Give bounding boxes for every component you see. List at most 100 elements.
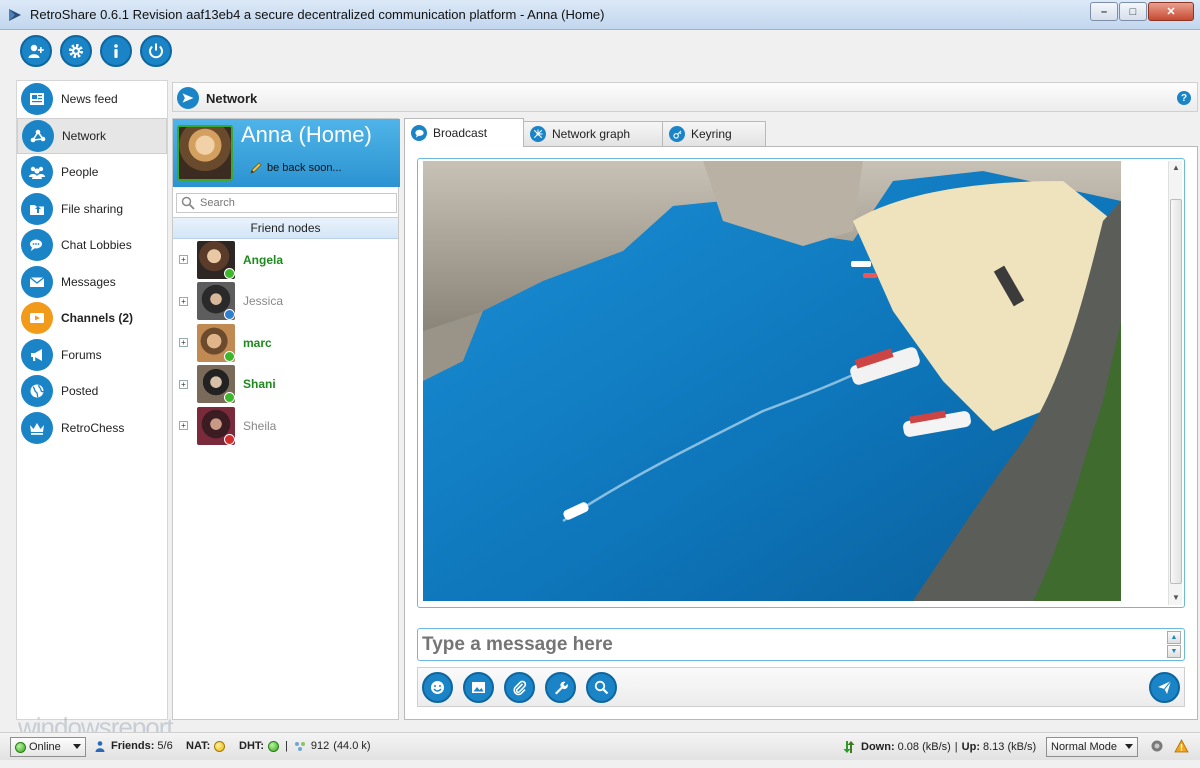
main-toolbar — [10, 30, 1200, 72]
nav-label: People — [61, 165, 99, 180]
separator: | — [954, 741, 958, 753]
peers-icon — [294, 742, 305, 751]
nav-label: Messages — [61, 274, 116, 289]
tab-network-graph[interactable]: Network graph — [523, 121, 663, 146]
nav-label: Network — [62, 128, 107, 143]
megaphone-icon — [31, 348, 42, 361]
spin-up-icon[interactable]: ▲ — [1167, 631, 1181, 644]
gear-icon — [69, 44, 83, 58]
minimize-button[interactable]: – — [1090, 2, 1118, 21]
nat-label: NAT: — [186, 740, 211, 752]
online-status-icon — [224, 350, 235, 362]
send-button[interactable] — [1149, 672, 1180, 703]
spin-down-icon[interactable]: ▼ — [1167, 645, 1181, 658]
nav-item-messages[interactable]: Messages — [17, 264, 167, 301]
insert-image-button[interactable] — [463, 672, 494, 703]
magnifier-icon — [181, 196, 195, 210]
avatar — [197, 240, 235, 279]
help-icon[interactable]: ? — [1177, 91, 1191, 105]
nav-label: Channels (2) — [61, 311, 134, 326]
status-bar: Online Friends: 5/6 NAT: DHT: | 912 (44.… — [0, 732, 1200, 760]
warning-indicator[interactable] — [1174, 739, 1189, 753]
channel-icon — [30, 313, 44, 324]
online-status-dropdown[interactable]: Online — [10, 737, 86, 757]
people-icon — [29, 167, 45, 180]
tab-label: Keyring — [691, 127, 732, 141]
search-input[interactable] — [200, 197, 390, 209]
list-item[interactable]: + Jessica — [173, 281, 398, 323]
tab-label: Network graph — [552, 127, 631, 141]
status-message[interactable]: be back soon... — [249, 161, 342, 175]
broadcast-chat-history[interactable]: ▲ ▼ — [417, 158, 1185, 608]
emoticon-button[interactable] — [422, 672, 453, 703]
online-status-icon — [224, 392, 235, 404]
search-chat-button[interactable] — [586, 672, 617, 703]
close-button[interactable]: ✕ — [1148, 2, 1194, 21]
profile-name: Anna (Home) — [241, 122, 372, 147]
transfer-arrows-icon — [843, 741, 855, 753]
friends-count: Friends: 5/6 — [94, 740, 173, 752]
sound-icon — [1151, 740, 1163, 752]
expand-icon[interactable]: + — [179, 338, 188, 348]
list-item[interactable]: + Sheila — [173, 405, 398, 447]
mode-dropdown[interactable]: Normal Mode — [1046, 737, 1138, 757]
online-status-icon — [224, 267, 235, 279]
maximize-button[interactable]: □ — [1119, 2, 1147, 21]
chat-settings-button[interactable] — [545, 672, 576, 703]
folder-share-icon — [30, 204, 44, 215]
up-value: 8.13 (kB/s) — [982, 741, 1037, 753]
nav-item-forums[interactable]: Forums — [17, 337, 167, 374]
nav-label: RetroChess — [61, 420, 125, 435]
nav-item-posted[interactable]: Posted — [17, 373, 167, 410]
expand-icon[interactable]: + — [179, 296, 188, 306]
friend-nodes-header[interactable]: Friend nodes — [173, 217, 398, 239]
expand-icon[interactable]: + — [179, 379, 188, 389]
scroll-down-icon[interactable]: ▼ — [1171, 593, 1181, 603]
down-value: 0.08 (kB/s) — [897, 741, 951, 753]
nav-item-retrochess[interactable]: RetroChess — [17, 410, 167, 447]
window-title: RetroShare 0.6.1 Revision aaf13eb4 a sec… — [30, 7, 605, 22]
nav-item-people[interactable]: People — [17, 154, 167, 191]
nav-item-channels[interactable]: Channels (2) — [17, 300, 167, 337]
bandwidth-status: Down: 0.08 (kB/s) | Up: 8.13 (kB/s) — [842, 740, 1036, 754]
list-item[interactable]: + marc — [173, 322, 398, 364]
nav-label: Forums — [61, 347, 102, 362]
sound-toggle[interactable] — [1150, 739, 1164, 753]
network-content: Broadcast Network graph Keyring ▲ ▼ Type… — [404, 118, 1198, 720]
tab-broadcast[interactable]: Broadcast — [404, 118, 524, 147]
page-title: Network — [206, 91, 258, 106]
scrollbar-thumb[interactable] — [1170, 199, 1182, 584]
quit-button[interactable] — [140, 35, 172, 67]
attach-file-button[interactable] — [504, 672, 535, 703]
tab-bar: Broadcast Network graph Keyring — [404, 118, 766, 147]
chat-toolbar — [417, 667, 1185, 707]
friend-list: + Angela + Jessica + marc + Shani + Shei… — [173, 239, 398, 447]
message-input[interactable] — [422, 634, 1162, 656]
chat-bubbles-icon — [30, 239, 42, 252]
envelope-icon — [29, 276, 45, 287]
nav-label: Chat Lobbies — [61, 238, 132, 253]
nav-item-news-feed[interactable]: News feed — [17, 81, 167, 118]
chat-scrollbar[interactable]: ▲ ▼ — [1168, 161, 1182, 605]
image-icon — [472, 682, 485, 693]
add-friend-button[interactable] — [20, 35, 52, 67]
nav-item-file-sharing[interactable]: File sharing — [17, 191, 167, 228]
expand-icon[interactable]: + — [179, 421, 188, 431]
expand-icon[interactable]: + — [179, 255, 188, 265]
avatar[interactable] — [177, 125, 233, 181]
friend-name: Jessica — [243, 294, 284, 309]
chevron-down-icon — [73, 744, 81, 749]
nav-item-chat-lobbies[interactable]: Chat Lobbies — [17, 227, 167, 264]
nav-item-network[interactable]: Network — [17, 117, 167, 154]
tab-keyring[interactable]: Keyring — [662, 121, 766, 146]
down-label: Down: — [861, 741, 895, 753]
scroll-up-icon[interactable]: ▲ — [1171, 163, 1181, 173]
separator: | — [285, 740, 288, 752]
options-button[interactable] — [60, 35, 92, 67]
about-button[interactable] — [100, 35, 132, 67]
input-spinner[interactable]: ▲ ▼ — [1167, 631, 1181, 659]
paperclip-icon — [513, 680, 527, 696]
speech-bubble-icon — [411, 125, 427, 141]
list-item[interactable]: + Angela — [173, 239, 398, 281]
list-item[interactable]: + Shani — [173, 364, 398, 406]
